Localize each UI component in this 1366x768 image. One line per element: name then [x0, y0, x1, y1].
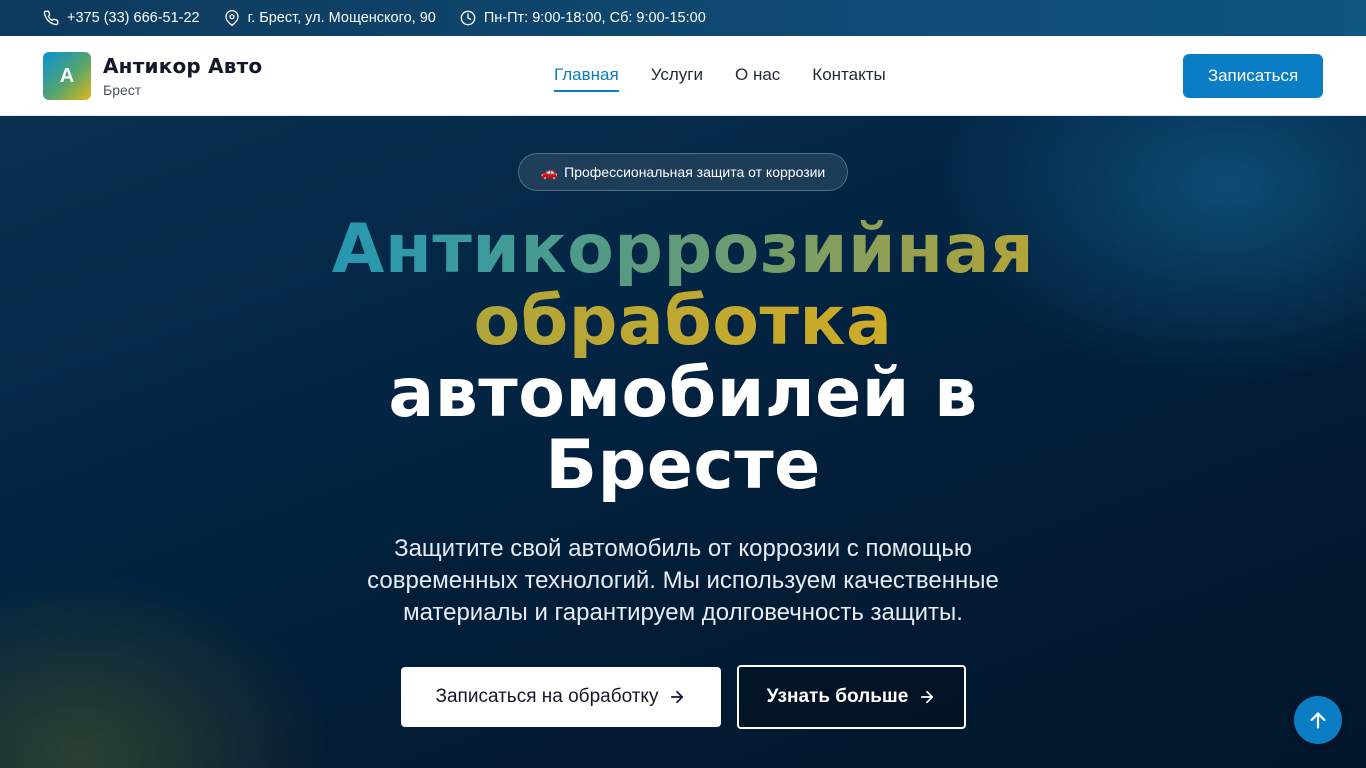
arrow-right-icon: [921, 690, 934, 704]
title-line-3: автомобилей в: [388, 354, 978, 433]
nav-item-services[interactable]: Услуги: [651, 65, 703, 87]
badge-text: Профессиональная защита от коррозии: [564, 164, 826, 180]
address-info: г. Брест, ул. Мощенского, 90: [224, 10, 436, 26]
arrow-up-icon: [1310, 712, 1326, 729]
address-text: г. Брест, ул. Мощенского, 90: [247, 10, 436, 26]
site-header: А Антикор Авто Брест Главная Услуги О на…: [0, 36, 1366, 116]
title-line-2: обработка: [0, 286, 1366, 358]
hero-title: Антикоррозийная обработка автомобилей в …: [0, 214, 1366, 502]
phone-info[interactable]: +375 (33) 666-51-22: [43, 10, 200, 26]
hours-info: Пн-Пт: 9:00-18:00, Сб: 9:00-15:00: [460, 10, 706, 26]
hero-subtitle: Защитите свой автомобиль от коррозии с п…: [367, 535, 999, 626]
main-nav: Главная Услуги О нас Контакты: [554, 36, 918, 116]
brand-name: Антикор Авто: [103, 54, 263, 78]
learn-more-button[interactable]: Узнать больше: [737, 665, 966, 729]
hours-text: Пн-Пт: 9:00-18:00, Сб: 9:00-15:00: [483, 10, 706, 26]
hero-badge: 🚗 Профессиональная защита от коррозии: [518, 153, 848, 191]
arrow-right-icon: [671, 690, 684, 704]
book-treatment-button[interactable]: Записаться на обработку: [401, 667, 721, 727]
nav-item-home[interactable]: Главная: [554, 65, 619, 92]
brand[interactable]: Антикор Авто Брест: [103, 54, 262, 98]
signup-button[interactable]: Записаться: [1183, 54, 1323, 98]
title-line-1: Антикоррозийная: [0, 214, 1366, 286]
scroll-to-top-button[interactable]: [1294, 696, 1342, 744]
phone-text: +375 (33) 666-51-22: [67, 10, 200, 26]
title-line-4: Бресте: [545, 426, 821, 505]
clock-icon: [460, 10, 476, 26]
learn-more-label: Узнать больше: [766, 686, 909, 707]
phone-icon: [43, 10, 59, 26]
brand-city: Брест: [103, 82, 142, 98]
logo[interactable]: А: [43, 52, 91, 100]
map-pin-icon: [224, 10, 239, 26]
car-icon: 🚗: [540, 163, 559, 180]
book-treatment-label: Записаться на обработку: [435, 686, 659, 707]
top-info-bar: +375 (33) 666-51-22 г. Брест, ул. Мощенс…: [0, 0, 1366, 36]
hero-section: 🚗 Профессиональная защита от коррозии Ан…: [0, 116, 1366, 768]
nav-item-contacts[interactable]: Контакты: [812, 65, 885, 87]
nav-item-about[interactable]: О нас: [735, 65, 780, 87]
